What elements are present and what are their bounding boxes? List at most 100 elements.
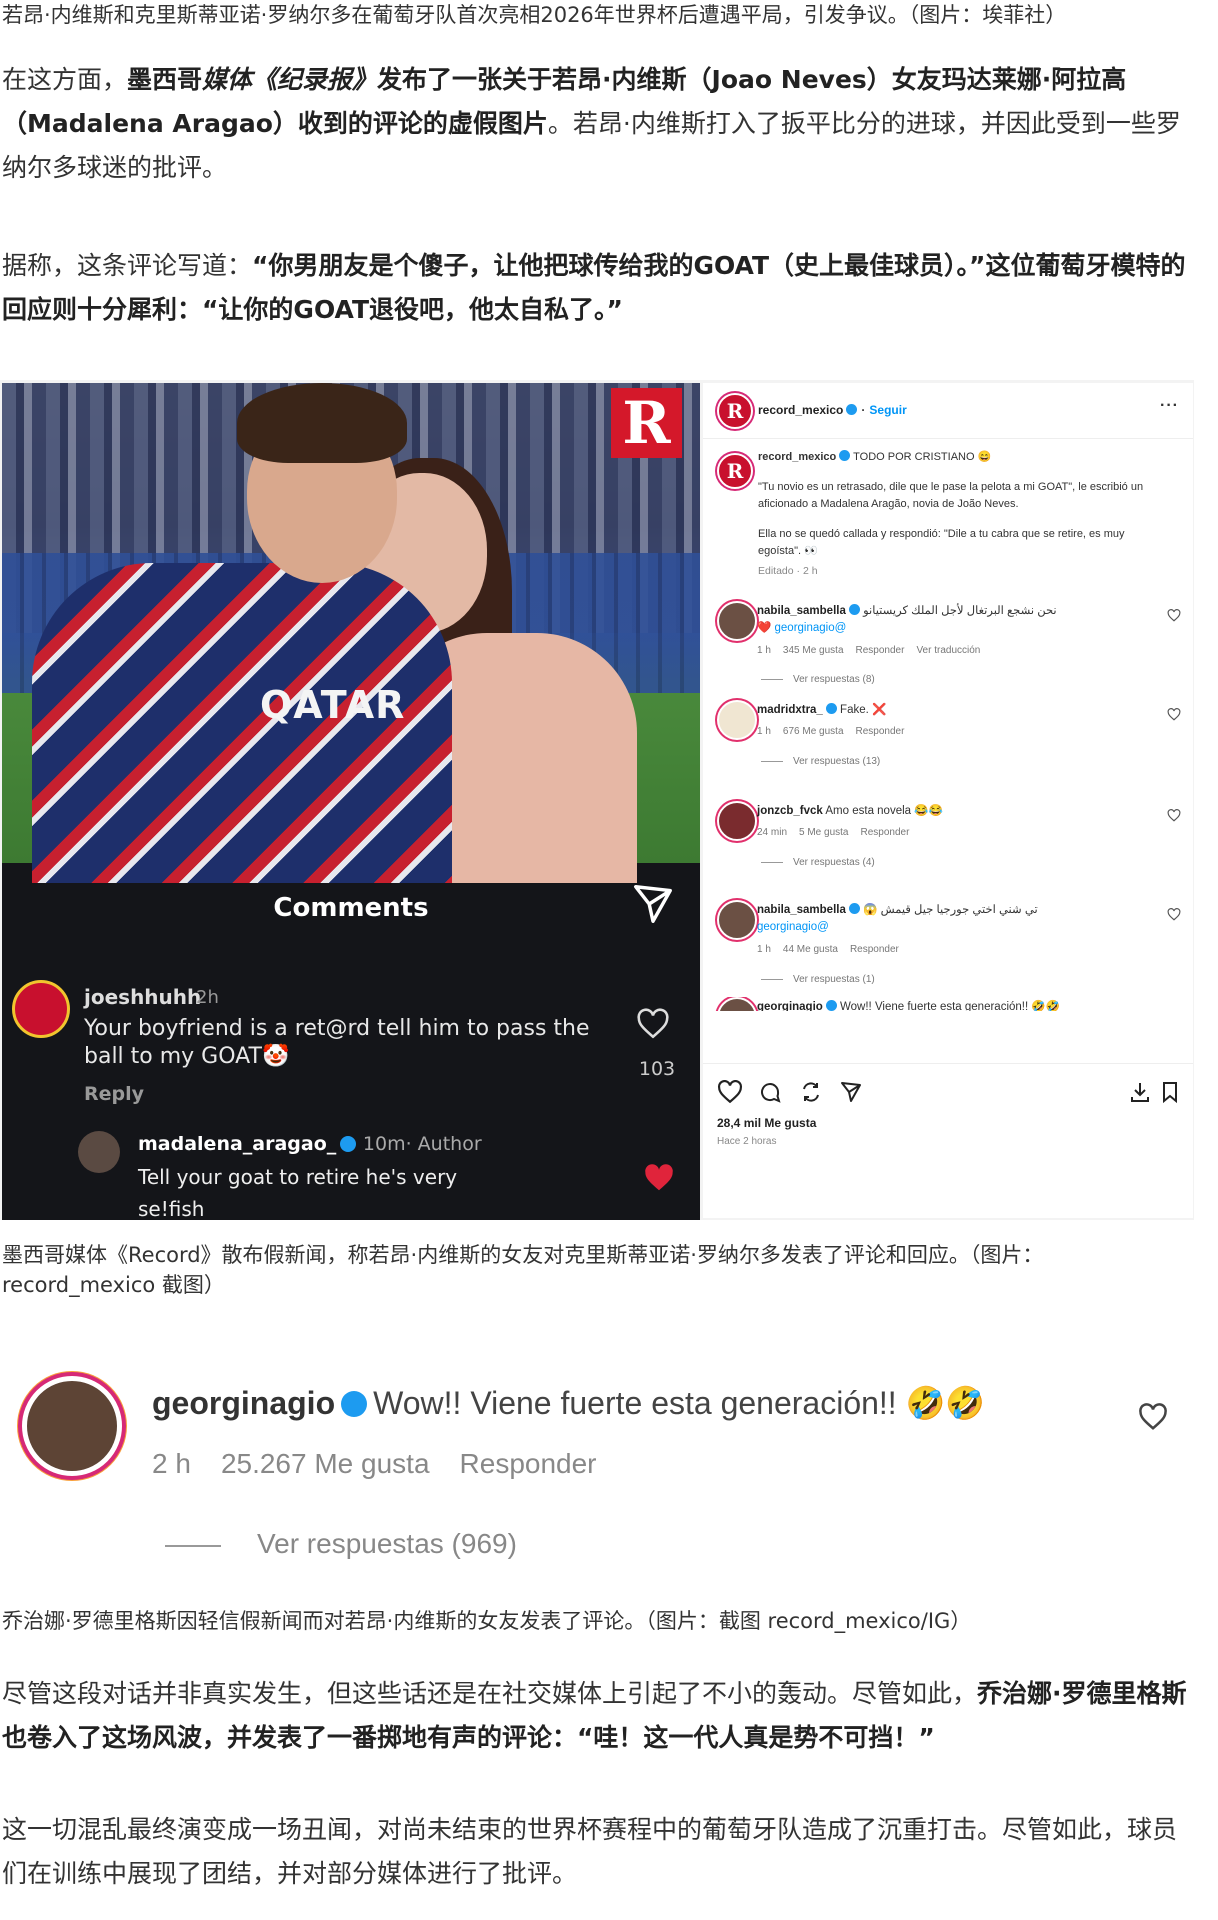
view-replies-button[interactable]: Ver respuestas (8) bbox=[761, 674, 875, 685]
comment-username[interactable]: jonzcb_fvck bbox=[757, 805, 823, 817]
comment-reply-button[interactable]: Responder bbox=[850, 944, 899, 955]
comment-avatar[interactable] bbox=[717, 801, 757, 841]
verified-icon bbox=[340, 1136, 357, 1152]
comment-avatar[interactable] bbox=[717, 997, 757, 1011]
view-replies-button[interactable]: Ver respuestas (1) bbox=[761, 974, 875, 985]
jersey-sponsor: QATAR bbox=[260, 683, 406, 727]
paragraph-1: 在这方面，墨西哥媒体《纪录报》发布了一张关于若昂·内维斯（Joao Neves）… bbox=[2, 58, 1192, 190]
comment-username[interactable]: nabila_sambella bbox=[757, 904, 846, 916]
heart-icon[interactable] bbox=[1167, 809, 1181, 822]
heart-icon[interactable] bbox=[1138, 1403, 1168, 1431]
man-hair bbox=[237, 383, 407, 463]
heart-filled-icon[interactable] bbox=[642, 1163, 676, 1193]
georgina-comment-line: georginagio Wow!! Viene fuerte esta gener… bbox=[152, 1384, 985, 1422]
heart-icon[interactable] bbox=[636, 1008, 670, 1040]
comment-likes[interactable]: 345 Me gusta bbox=[783, 645, 844, 656]
verified-icon bbox=[825, 703, 837, 714]
like-icon[interactable] bbox=[717, 1079, 743, 1104]
translate-button[interactable]: Ver traducción bbox=[916, 645, 980, 656]
comment-reply-button[interactable]: Responder bbox=[856, 726, 905, 737]
comment-text: Your boyfriend is a ret@rd tell him to p… bbox=[84, 1016, 590, 1069]
send-icon[interactable] bbox=[630, 881, 676, 927]
reply-avatar[interactable] bbox=[78, 1131, 120, 1173]
post-caption: record_mexico TODO POR CRISTIANO 😄 "Tu n… bbox=[758, 449, 1168, 580]
georgina-comment-card: georginagio Wow!! Viene fuerte esta gener… bbox=[0, 1336, 1194, 1588]
image-caption-bottom: 乔治娜·罗德里格斯因轻信假新闻而对若昂·内维斯的女友发表了评论。（图片：截图 r… bbox=[2, 1609, 972, 1633]
share-icon[interactable] bbox=[838, 1080, 864, 1104]
comment-body: madridxtra_ Fake. ❌ bbox=[757, 702, 1137, 719]
comment-body: nabila_sambella نحن نشجع البرتغال لأجل ا… bbox=[757, 603, 1137, 637]
georgina-comment-text: Wow!! Viene fuerte esta generación!! 🤣🤣 bbox=[373, 1385, 986, 1421]
comment-likes[interactable]: 44 Me gusta bbox=[783, 944, 838, 955]
comment-meta: 1 h 345 Me gusta Responder Ver traducción bbox=[757, 645, 992, 656]
caption-edited: Editado · 2 h bbox=[758, 564, 818, 577]
comment-reply-button[interactable]: Responder bbox=[861, 827, 910, 838]
repost-icon[interactable] bbox=[798, 1080, 824, 1104]
caption-body: "Tu novio es un retrasado, dile que le p… bbox=[758, 480, 1144, 511]
comments-title: Comments bbox=[273, 893, 429, 923]
download-icon[interactable] bbox=[1127, 1080, 1153, 1104]
reply-username-line: madalena_aragao_ 10m· Author bbox=[138, 1133, 482, 1155]
caption-header: TODO POR CRISTIANO 😄 bbox=[853, 451, 992, 463]
post-header: R record_mexico · Seguir ··· bbox=[703, 383, 1193, 439]
more-options-icon[interactable]: ··· bbox=[1160, 397, 1179, 415]
heart-icon[interactable] bbox=[1167, 908, 1181, 921]
comment-text: 😱 تي شني اختي جورجيا جيل قيمش bbox=[863, 904, 1038, 916]
georgina-comment-likes[interactable]: 25.267 Me gusta bbox=[221, 1448, 430, 1479]
comment-reply-button[interactable]: Responder bbox=[856, 645, 905, 656]
action-icons-right bbox=[1127, 1080, 1183, 1109]
caption-account[interactable]: record_mexico bbox=[758, 451, 836, 463]
comment-mention[interactable]: ❤️ georginagio@ bbox=[757, 622, 846, 634]
reply-meta: 10m· Author bbox=[362, 1133, 482, 1155]
bookmark-icon[interactable] bbox=[1157, 1080, 1183, 1104]
record-avatar[interactable]: R bbox=[717, 393, 753, 429]
para2-text: 据称，这条评论写道： bbox=[2, 251, 253, 280]
heart-icon[interactable] bbox=[1167, 708, 1181, 721]
follow-button[interactable]: Seguir bbox=[869, 403, 906, 417]
comment-body: nabila_sambella 😱 تي شني اختي جورجيا جيل… bbox=[757, 902, 1137, 936]
comment-text: Wow!! Viene fuerte esta generación!! 🤣🤣 bbox=[840, 1001, 1061, 1011]
comment-text: Fake. ❌ bbox=[840, 704, 887, 716]
ig-comment: georginagio Wow!! Viene fuerte esta gene… bbox=[703, 997, 1193, 1011]
post-action-bar: 28,4 mil Me gusta Hace 2 horas bbox=[703, 1063, 1193, 1218]
image-caption-mid: 墨西哥媒体《Record》散布假新闻，称若昂·内维斯的女友对克里斯蒂亚诺·罗纳尔… bbox=[2, 1243, 1044, 1297]
comment-avatar[interactable] bbox=[717, 900, 757, 940]
verified-icon bbox=[846, 404, 858, 415]
comment-avatar[interactable] bbox=[717, 601, 757, 641]
reply-username[interactable]: madalena_aragao_ bbox=[138, 1133, 336, 1155]
comment-username[interactable]: nabila_sambella bbox=[757, 605, 846, 617]
view-replies-button[interactable]: Ver respuestas (4) bbox=[761, 857, 875, 868]
comment-body: jonzcb_fvck Amo esta novela 😂😂 bbox=[757, 803, 1137, 820]
record-logo: R bbox=[611, 388, 682, 458]
article: 若昂·内维斯和克里斯蒂亚诺·罗纳尔多在葡萄牙队首次亮相2026年世界杯后遭遇平局… bbox=[0, 0, 1218, 1920]
georgina-reply-button[interactable]: Responder bbox=[460, 1448, 597, 1479]
comment-icon[interactable] bbox=[757, 1080, 783, 1104]
verified-icon bbox=[839, 450, 851, 461]
comment-text: Amo esta novela 😂😂 bbox=[825, 805, 943, 817]
reply-text: Tell your goat to retire he's very se!fi… bbox=[138, 1165, 458, 1220]
heart-icon[interactable] bbox=[1167, 609, 1181, 622]
comment-username[interactable]: madridxtra_ bbox=[757, 704, 823, 716]
caption-avatar[interactable]: R bbox=[717, 453, 753, 489]
comment-likes[interactable]: 676 Me gusta bbox=[783, 726, 844, 737]
couple-photo-with-comments: QATAR R Comments joeshhuhh 2h Your boyfr… bbox=[2, 383, 700, 1220]
comment-likes[interactable]: 5 Me gusta bbox=[799, 827, 848, 838]
comment-username[interactable]: joeshhuhh bbox=[84, 985, 201, 1009]
georgina-avatar[interactable] bbox=[22, 1376, 122, 1476]
comment-username[interactable]: georginagio bbox=[757, 1001, 823, 1011]
post-time: Hace 2 horas bbox=[717, 1136, 777, 1147]
commenter-avatar[interactable] bbox=[12, 980, 70, 1038]
reply-button[interactable]: Reply bbox=[84, 1083, 144, 1105]
view-replies-button[interactable]: Ver respuestas (13) bbox=[761, 756, 880, 767]
para1-bold: 墨西哥 bbox=[127, 65, 203, 94]
total-likes[interactable]: 28,4 mil Me gusta bbox=[717, 1116, 816, 1130]
post-account[interactable]: record_mexico bbox=[758, 403, 843, 417]
post-account-line: record_mexico · Seguir bbox=[758, 403, 907, 417]
comment-avatar[interactable] bbox=[717, 700, 757, 740]
para3-text: 尽管这段对话并非真实发生，但这些话还是在社交媒体上引起了不小的轰动。尽管如此， bbox=[2, 1679, 978, 1708]
georgina-view-replies-button[interactable]: Ver respuestas (969) bbox=[165, 1528, 517, 1560]
comment-mention[interactable]: georginagio@ bbox=[757, 921, 829, 933]
caption-body-2: Ella no se quedó callada y respondió: "D… bbox=[758, 527, 1125, 558]
georgina-username[interactable]: georginagio bbox=[152, 1385, 335, 1421]
instagram-post-panel: R record_mexico · Seguir ··· R record_mexi… bbox=[703, 383, 1193, 1218]
